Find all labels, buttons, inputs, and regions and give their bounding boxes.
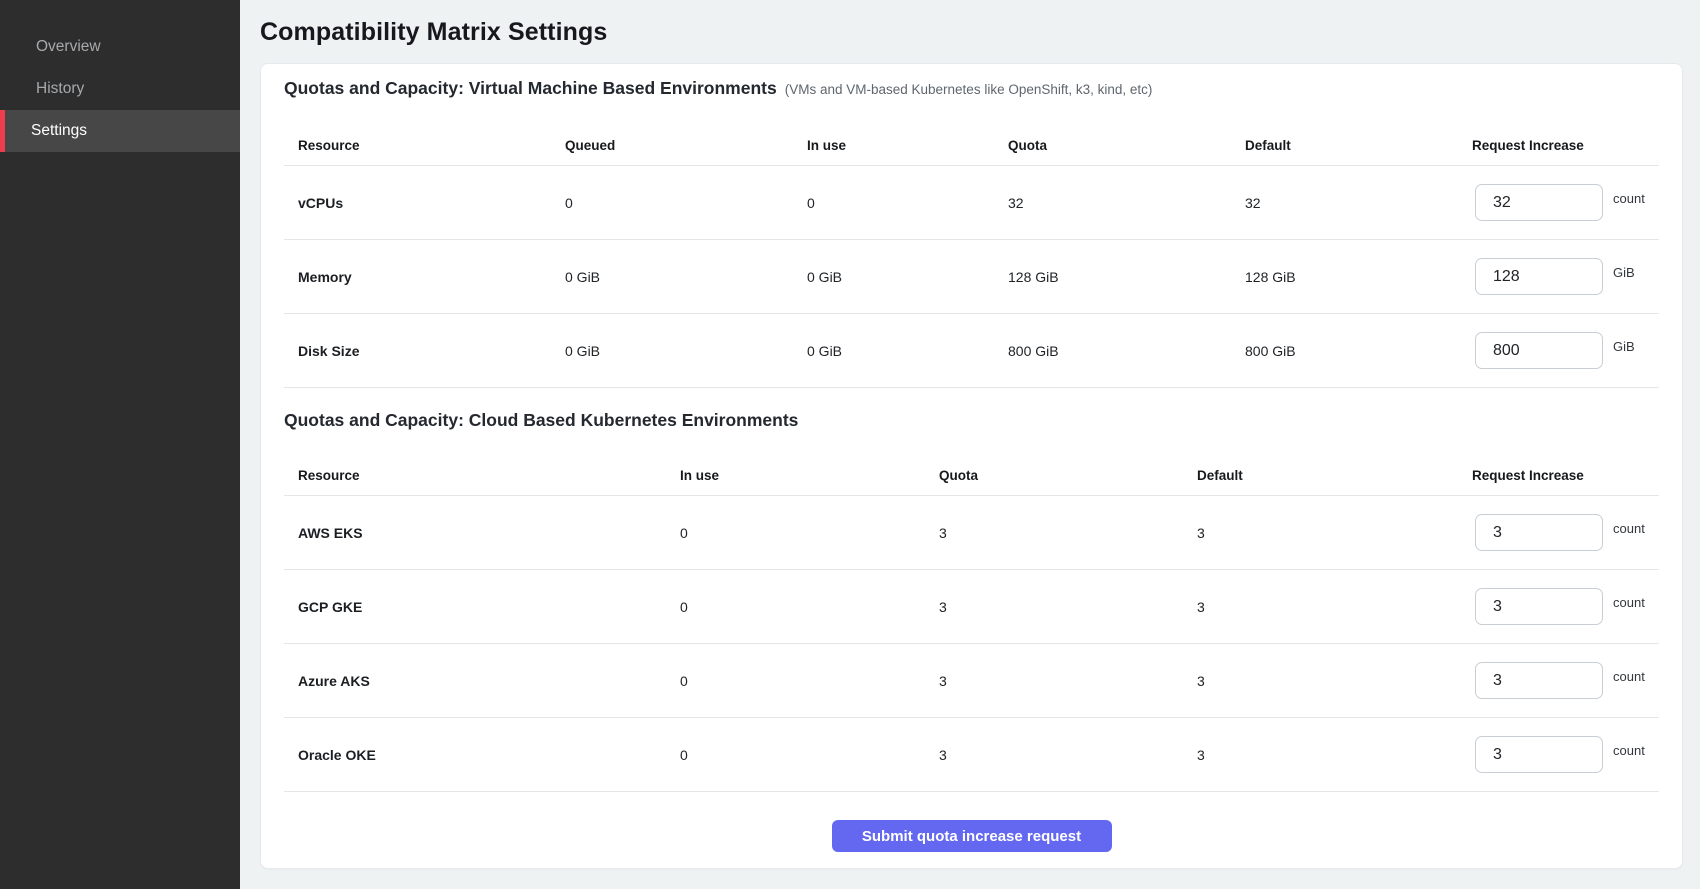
quota-cell: 3	[939, 747, 1197, 763]
table-row: Azure AKS 0 3 3 count	[284, 644, 1659, 718]
request-increase-input[interactable]	[1475, 332, 1603, 369]
request-increase-input[interactable]	[1475, 514, 1603, 551]
cloud-table-body: AWS EKS 0 3 3 count GCP GKE 0 3 3	[284, 496, 1659, 792]
in-use-cell: 0	[680, 599, 939, 615]
request-increase-cell: count	[1472, 662, 1659, 699]
settings-card: Quotas and Capacity: Virtual Machine Bas…	[260, 63, 1683, 869]
table-row: Disk Size 0 GiB 0 GiB 800 GiB 800 GiB Gi…	[284, 314, 1659, 388]
request-increase-cell: count	[1472, 184, 1659, 221]
cloud-section-header: Quotas and Capacity: Cloud Based Kuberne…	[284, 410, 1659, 436]
resource-cell: Memory	[284, 269, 565, 285]
sidebar-item-settings[interactable]: Settings	[0, 110, 240, 152]
queued-cell: 0 GiB	[565, 269, 807, 285]
request-increase-input[interactable]	[1475, 588, 1603, 625]
in-use-cell: 0 GiB	[807, 269, 1008, 285]
resource-cell: GCP GKE	[284, 599, 680, 615]
main-content: Compatibility Matrix Settings Quotas and…	[240, 0, 1700, 889]
column-header-default: Default	[1245, 138, 1472, 153]
unit-label: count	[1613, 669, 1645, 684]
quota-cell: 128 GiB	[1008, 269, 1245, 285]
column-header-queued: Queued	[565, 138, 807, 153]
request-increase-cell: GiB	[1472, 258, 1659, 295]
quota-cell: 3	[939, 673, 1197, 689]
vm-section-subtitle: (VMs and VM-based Kubernetes like OpenSh…	[785, 82, 1153, 97]
request-increase-cell: count	[1472, 736, 1659, 773]
in-use-cell: 0	[807, 195, 1008, 211]
unit-label: count	[1613, 743, 1645, 758]
vm-section-title: Quotas and Capacity: Virtual Machine Bas…	[284, 78, 777, 99]
unit-label: GiB	[1613, 339, 1635, 354]
table-row: vCPUs 0 0 32 32 count	[284, 166, 1659, 240]
page-title: Compatibility Matrix Settings	[260, 18, 1683, 47]
queued-cell: 0 GiB	[565, 343, 807, 359]
table-row: Memory 0 GiB 0 GiB 128 GiB 128 GiB GiB	[284, 240, 1659, 314]
vm-table-body: vCPUs 0 0 32 32 count Memory 0 GiB 0 GiB…	[284, 166, 1659, 388]
cloud-table-header: Resource In use Quota Default Request In…	[284, 456, 1659, 496]
sidebar-item-label: History	[36, 80, 84, 98]
request-increase-input[interactable]	[1475, 736, 1603, 773]
in-use-cell: 0	[680, 747, 939, 763]
default-cell: 3	[1197, 673, 1472, 689]
sidebar-item-history[interactable]: History	[0, 68, 240, 110]
sidebar-item-label: Settings	[31, 122, 87, 140]
request-increase-cell: GiB	[1472, 332, 1659, 369]
submit-quota-increase-button[interactable]: Submit quota increase request	[832, 820, 1112, 852]
resource-cell: Azure AKS	[284, 673, 680, 689]
vm-table-header: Resource Queued In use Quota Default Req…	[284, 126, 1659, 166]
in-use-cell: 0	[680, 525, 939, 541]
resource-cell: Oracle OKE	[284, 747, 680, 763]
column-header-resource: Resource	[284, 468, 680, 483]
column-header-default: Default	[1197, 468, 1472, 483]
quota-cell: 32	[1008, 195, 1245, 211]
request-increase-input[interactable]	[1475, 662, 1603, 699]
request-increase-cell: count	[1472, 588, 1659, 625]
column-header-quota: Quota	[1008, 138, 1245, 153]
in-use-cell: 0 GiB	[807, 343, 1008, 359]
unit-label: GiB	[1613, 265, 1635, 280]
unit-label: count	[1613, 191, 1645, 206]
column-header-request-increase: Request Increase	[1472, 468, 1659, 483]
quota-cell: 3	[939, 599, 1197, 615]
column-header-in-use: In use	[680, 468, 939, 483]
resource-cell: vCPUs	[284, 195, 565, 211]
sidebar-item-overview[interactable]: Overview	[0, 26, 240, 68]
table-row: Oracle OKE 0 3 3 count	[284, 718, 1659, 792]
default-cell: 3	[1197, 599, 1472, 615]
sidebar-item-label: Overview	[36, 38, 101, 56]
unit-label: count	[1613, 595, 1645, 610]
column-header-quota: Quota	[939, 468, 1197, 483]
column-header-resource: Resource	[284, 138, 565, 153]
request-increase-input[interactable]	[1475, 184, 1603, 221]
resource-cell: Disk Size	[284, 343, 565, 359]
default-cell: 3	[1197, 747, 1472, 763]
request-increase-cell: count	[1472, 514, 1659, 551]
sidebar: Overview History Settings	[0, 0, 240, 889]
in-use-cell: 0	[680, 673, 939, 689]
queued-cell: 0	[565, 195, 807, 211]
default-cell: 128 GiB	[1245, 269, 1472, 285]
quota-cell: 800 GiB	[1008, 343, 1245, 359]
table-row: AWS EKS 0 3 3 count	[284, 496, 1659, 570]
vm-section-header: Quotas and Capacity: Virtual Machine Bas…	[284, 78, 1659, 104]
default-cell: 32	[1245, 195, 1472, 211]
column-header-request-increase: Request Increase	[1472, 138, 1659, 153]
unit-label: count	[1613, 521, 1645, 536]
request-increase-input[interactable]	[1475, 258, 1603, 295]
submit-button-row: Submit quota increase request	[284, 820, 1659, 852]
table-row: GCP GKE 0 3 3 count	[284, 570, 1659, 644]
quota-cell: 3	[939, 525, 1197, 541]
cloud-section-title: Quotas and Capacity: Cloud Based Kuberne…	[284, 410, 798, 431]
default-cell: 3	[1197, 525, 1472, 541]
resource-cell: AWS EKS	[284, 525, 680, 541]
column-header-in-use: In use	[807, 138, 1008, 153]
default-cell: 800 GiB	[1245, 343, 1472, 359]
